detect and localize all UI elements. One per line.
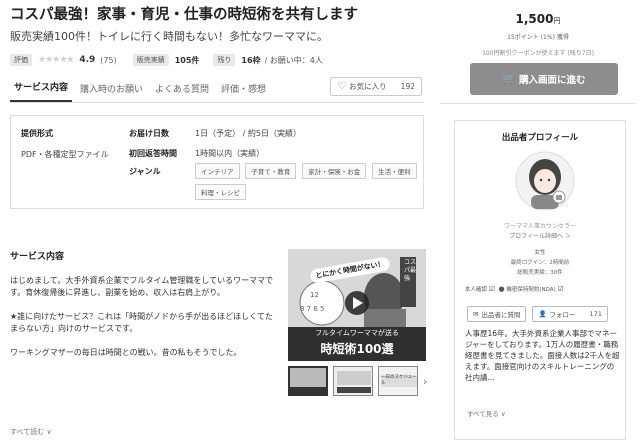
star-rating-icon: ★★★★★ [38, 55, 74, 65]
thumbnail-badge: コスパ最強 [404, 259, 417, 282]
rating-tag: 評価 [10, 54, 32, 66]
description-paragraph: ワーキングマザーの毎日は時間との戦い。昔の私もそうでした。 [10, 348, 242, 357]
thumbnail-caption-1: フルタイムワーママが送る [315, 329, 399, 337]
delivery-label: お届け日数 [129, 129, 169, 138]
last-login: 最終ログイン：2時間前 [510, 260, 570, 266]
profile-heading: 出品者プロフィール [501, 133, 579, 143]
genre-chip[interactable]: 家計・保険・お金 [302, 163, 367, 179]
seller-gender: 女性 [534, 250, 546, 256]
price: 1,500円 [515, 12, 561, 26]
mail-icon: ✉ [473, 310, 479, 318]
service-thumbnail[interactable]: 12 8 7 6 5 コスパ最強 とにかく時間がない！ フルタイムワーママが送る… [288, 249, 426, 361]
format-label: 提供形式 [21, 129, 53, 138]
sales-value: 105件 [174, 55, 200, 65]
service-stats: 評価 ★★★★★ 4.9 (75) 販売実績 105件 残り 16枠 / お願い… [10, 53, 424, 67]
seller-name-link[interactable]: ワーママ人事カウンセラー [455, 221, 625, 230]
mini-thumb-text: 一日のスケジュール [381, 375, 417, 387]
user-plus-icon: 👤 [538, 310, 547, 318]
price-box: 1,500円 15ポイント (1%) 獲得 100円割引クーポンが使えます (残… [440, 0, 636, 104]
sales-tag: 販売実績 [132, 54, 169, 66]
tab-reviews[interactable]: 評価・感想 [217, 82, 270, 102]
follow-label: フォロー [549, 311, 576, 319]
genre-chip[interactable]: 子育て・教育 [245, 163, 297, 179]
thumbnail-strip: 一日のスケジュール › [288, 366, 427, 396]
seller-profile-card: 出品者プロフィール ワーママ人事カウンセラー プロフィール詳細へ ＞ 女性 最終… [454, 120, 626, 440]
purchase-sidebar: 1,500円 15ポイント (1%) 獲得 100円割引クーポンが使えます (残… [440, 0, 636, 447]
svg-text:12: 12 [310, 291, 319, 299]
service-subtitle: 販売実績100件！トイレに行く時間もない！多忙なワーママに。 [10, 30, 328, 43]
genre-label: ジャンル [129, 167, 161, 176]
nda-check-icon: ☑ [557, 285, 564, 293]
user-icon: ● [498, 285, 505, 293]
follow-count: 171 [589, 310, 602, 318]
favorite-count: 192 [400, 82, 415, 91]
tab-faq[interactable]: よくある質問 [151, 82, 213, 102]
service-description: はじめまして。大手外資系企業でフルタイム管理職をしているワーママです。育休復帰後… [10, 275, 280, 371]
description-paragraph: ★誰に向けたサービス？これは「時間がノドから手が出るほどほしくてたまらない方」向… [10, 312, 273, 333]
total-sales: 総販売実績：30件 [517, 270, 563, 276]
response-label: 初回返答時間 [129, 149, 177, 158]
buy-button[interactable]: 🛒 購入画面に進む [470, 63, 618, 95]
identity-label: 本人確認 [465, 287, 488, 293]
delivery-value: 1日（予定） / 約5日（実績） [195, 129, 301, 138]
tab-purchase-notes[interactable]: 購入時のお願い [76, 82, 147, 102]
coupon-info[interactable]: 100円割引クーポンが使えます (残り7日) [440, 48, 636, 57]
tab-service-content[interactable]: サービス内容 [10, 80, 73, 102]
thumbnail-caption-2: 時短術100選 [320, 342, 394, 356]
cart-icon: 🛒 [502, 73, 515, 85]
svg-text:8 7 6 5: 8 7 6 5 [300, 305, 325, 313]
avatar[interactable] [515, 151, 575, 211]
genre-chip[interactable]: 料理・レシピ [195, 184, 246, 200]
format-value: PDF・各種定型ファイル [21, 150, 109, 159]
follow-button[interactable]: 👤 フォロー 171 [532, 306, 608, 322]
read-more-link[interactable]: すべて読む ∨ [10, 427, 52, 437]
buy-label: 購入画面に進む [518, 75, 586, 86]
remaining-value: 16枠 [241, 55, 261, 65]
verification-row: 本人確認 ☑ ● 機密保持契約(NDA) ☑ [465, 285, 564, 293]
inquiries-count: / お願い中：4人 [264, 55, 323, 65]
thumbnail-option[interactable]: 一日のスケジュール [378, 366, 418, 396]
genre-chip[interactable]: インテリア [195, 163, 240, 179]
chevron-right-icon[interactable]: › [423, 375, 427, 388]
remaining-tag: 残り [213, 54, 236, 66]
rating-value: 4.9 [79, 55, 96, 65]
description-paragraph: はじめまして。大手外資系企業でフルタイム管理職をしているワーママです。育休復帰後… [10, 276, 274, 297]
service-content-heading: サービス内容 [10, 252, 65, 262]
service-title: コスパ最強！家事・育児・仕事の時短術を共有します [10, 7, 358, 23]
service-tabs: サービス内容 購入時のお願い よくある質問 評価・感想 ♡ お気に入り 192 [10, 77, 424, 103]
thumbnail-option[interactable] [333, 366, 373, 396]
message-seller-label: 出品者に質問 [481, 311, 521, 319]
seller-bio: 人事歴16年。大手外資系企業人事部でマネージャーをしております。1万人の履歴書・… [465, 329, 620, 382]
review-count-link[interactable]: (75) [100, 56, 116, 65]
favorite-button[interactable]: ♡ お気に入り 192 [330, 77, 422, 96]
nda-label: 機密保持契約(NDA) [506, 287, 556, 293]
message-seller-button[interactable]: ✉ 出品者に質問 [467, 306, 527, 322]
thumbnail-option[interactable] [288, 366, 328, 396]
favorite-label: お気に入り [349, 82, 387, 91]
heart-icon: ♡ [337, 81, 347, 92]
profile-actions: ✉ 出品者に質問 👤 フォロー 171 [467, 306, 614, 322]
genre-chips: インテリア 子育て・教育 家計・保険・お金 生活・便利 料理・レシピ [195, 163, 425, 205]
points-info: 15ポイント (1%) 獲得 [507, 34, 569, 41]
response-value: 1時間以内（実績） [195, 149, 265, 158]
service-spec-table: 提供形式 PDF・各種定型ファイル お届け日数 1日（予定） / 約5日（実績）… [10, 115, 424, 209]
genre-chip[interactable]: 生活・便利 [372, 163, 417, 179]
profile-read-more[interactable]: すべて見る ∨ [467, 408, 506, 418]
id-check-icon: ☑ [488, 285, 496, 293]
profile-detail-link[interactable]: プロフィール詳細へ ＞ [455, 231, 625, 240]
